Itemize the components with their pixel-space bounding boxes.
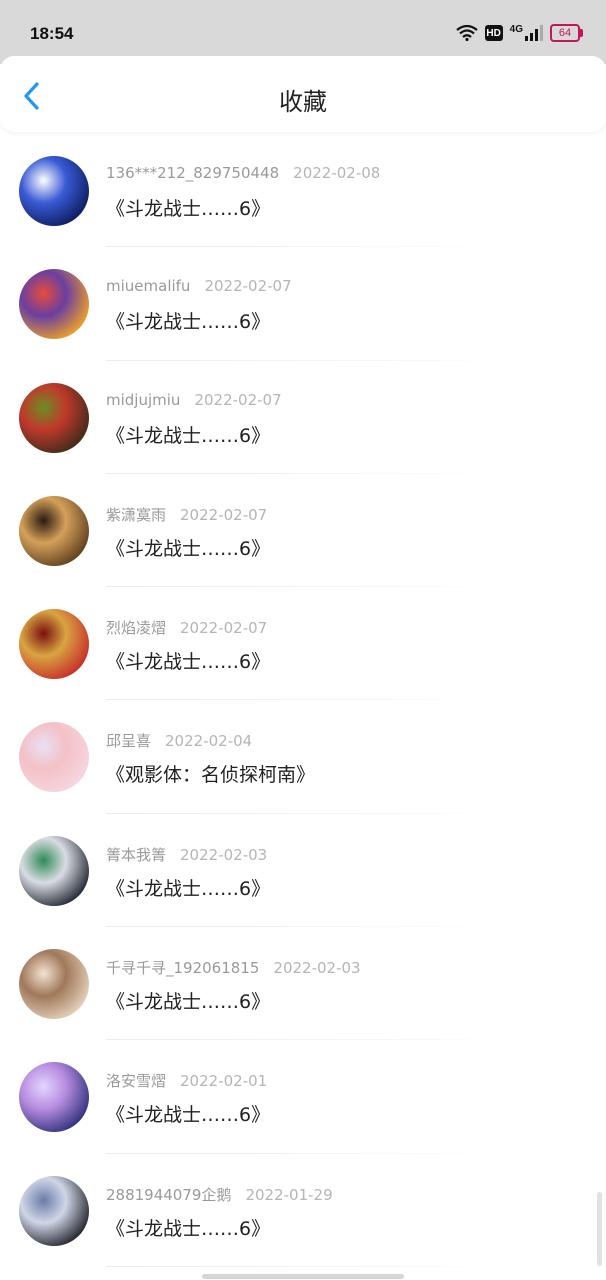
avatar[interactable]	[19, 1062, 89, 1133]
username: 2881944079企鹅	[106, 1185, 232, 1204]
network-type: 4G	[509, 24, 523, 35]
avatar[interactable]	[19, 382, 89, 453]
avatar[interactable]	[19, 722, 89, 793]
status-bar: 18:54 HD 4G 64	[0, 0, 606, 64]
date: 2022-02-04	[165, 732, 253, 751]
list-item[interactable]: 136***212_829750448 2022-02-08 《斗龙战士……6》	[0, 134, 606, 248]
username: miuemalifu	[106, 277, 191, 296]
nav-bar: 收藏	[0, 56, 606, 132]
username: 洛安雪熠	[106, 1072, 167, 1091]
book-title[interactable]: 《斗龙战士……6》	[106, 194, 270, 221]
date: 2022-01-29	[245, 1185, 333, 1204]
avatar[interactable]	[19, 1175, 89, 1246]
list-item[interactable]: 紫潇寞雨 2022-02-07 《斗龙战士……6》	[0, 474, 606, 588]
book-title[interactable]: 《斗龙战士……6》	[106, 307, 270, 334]
date: 2022-02-07	[204, 277, 292, 296]
list-item[interactable]: 洛安雪熠 2022-02-01 《斗龙战士……6》	[0, 1040, 606, 1154]
date: 2022-02-03	[273, 959, 361, 978]
date: 2022-02-07	[194, 390, 282, 409]
item-meta: 紫潇寞雨 2022-02-07	[106, 504, 267, 525]
username: 箐本我箐	[106, 845, 167, 864]
scrollbar[interactable]	[597, 1192, 602, 1266]
username: 千寻千寻_192061815	[106, 959, 260, 978]
avatar[interactable]	[19, 156, 89, 226]
wifi-icon	[455, 25, 478, 41]
username: midjujmiu	[106, 390, 181, 409]
status-icons: HD 4G 64	[455, 24, 583, 42]
battery-icon: 64	[550, 24, 583, 42]
item-meta: 烈焰凌熠 2022-02-07	[106, 617, 267, 638]
book-title[interactable]: 《观影体：名侦探柯南》	[106, 760, 315, 787]
book-title[interactable]: 《斗龙战士……6》	[106, 534, 270, 561]
favorites-list: 136***212_829750448 2022-02-08 《斗龙战士……6》 mi…	[0, 134, 606, 1268]
avatar[interactable]	[19, 495, 89, 566]
status-time: 18:54	[30, 24, 74, 43]
book-title[interactable]: 《斗龙战士……6》	[106, 987, 270, 1014]
signal-icon: 4G	[510, 25, 543, 41]
item-meta: 2881944079企鹅 2022-01-29	[106, 1184, 333, 1205]
item-meta: 洛安雪熠 2022-02-01	[106, 1070, 267, 1091]
username: 邱呈喜	[106, 732, 152, 751]
date: 2022-02-08	[293, 164, 381, 182]
book-title[interactable]: 《斗龙战士……6》	[106, 421, 270, 448]
home-indicator[interactable]	[202, 1274, 404, 1279]
username: 紫潇寞雨	[106, 505, 167, 524]
item-meta: 箐本我箐 2022-02-03	[106, 844, 267, 865]
item-meta: 千寻千寻_192061815 2022-02-03	[106, 957, 361, 978]
list-item[interactable]: 千寻千寻_192061815 2022-02-03 《斗龙战士……6》	[0, 927, 606, 1041]
item-meta: miuemalifu 2022-02-07	[106, 277, 292, 295]
list-item[interactable]: midjujmiu 2022-02-07 《斗龙战士……6》	[0, 361, 606, 475]
list-item[interactable]: 烈焰凌熠 2022-02-07 《斗龙战士……6》	[0, 587, 606, 701]
date: 2022-02-07	[180, 619, 268, 638]
battery-level: 64	[558, 27, 572, 39]
book-title[interactable]: 《斗龙战士……6》	[106, 1214, 270, 1241]
item-meta: 136***212_829750448 2022-02-08	[106, 164, 380, 182]
date: 2022-02-07	[180, 505, 268, 524]
date: 2022-02-03	[180, 845, 268, 864]
list-item[interactable]: 邱呈喜 2022-02-04 《观影体：名侦探柯南》	[0, 700, 606, 815]
book-title[interactable]: 《斗龙战士……6》	[106, 1100, 270, 1127]
date: 2022-02-01	[180, 1072, 268, 1091]
list-item[interactable]: miuemalifu 2022-02-07 《斗龙战士……6》	[0, 247, 606, 361]
list-item[interactable]: 2881944079企鹅 2022-01-29 《斗龙战士……6》	[0, 1154, 606, 1268]
username: 烈焰凌熠	[106, 619, 167, 638]
list-item[interactable]: 箐本我箐 2022-02-03 《斗龙战士……6》	[0, 814, 606, 928]
avatar[interactable]	[19, 269, 89, 340]
avatar[interactable]	[19, 949, 89, 1020]
avatar[interactable]	[19, 835, 89, 906]
hd-badge: HD	[484, 25, 503, 41]
book-title[interactable]: 《斗龙战士……6》	[106, 647, 270, 674]
item-meta: 邱呈喜 2022-02-04	[106, 730, 252, 751]
item-meta: midjujmiu 2022-02-07	[106, 391, 282, 409]
book-title[interactable]: 《斗龙战士……6》	[106, 874, 270, 901]
username: 136***212_829750448	[106, 164, 280, 182]
page-title: 收藏	[279, 88, 327, 116]
avatar[interactable]	[19, 609, 89, 680]
